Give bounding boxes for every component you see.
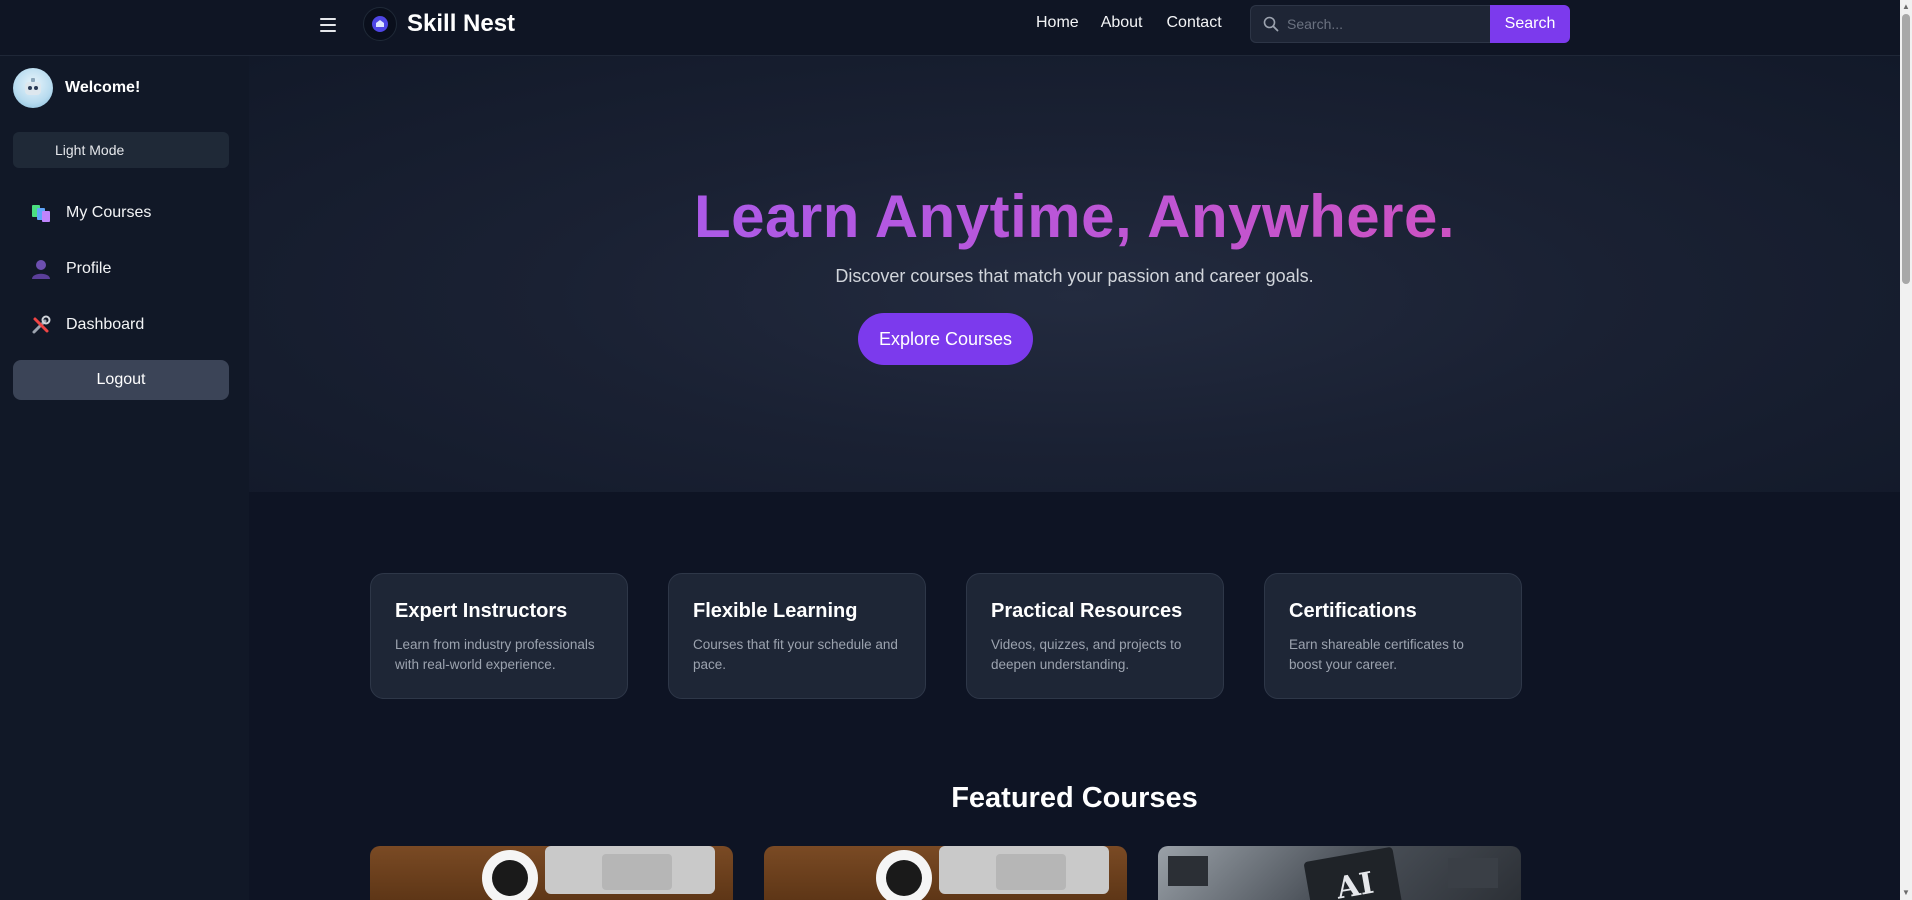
- hero-section: Learn Anytime, Anywhere. Discover course…: [249, 56, 1900, 492]
- search-field: [1250, 5, 1490, 43]
- scroll-thumb[interactable]: [1902, 14, 1910, 284]
- sidebar-item-dashboard[interactable]: Dashboard: [30, 314, 144, 336]
- search-input[interactable]: [1287, 16, 1467, 32]
- feature-title: Expert Instructors: [395, 600, 568, 622]
- logout-button[interactable]: Logout: [13, 360, 229, 400]
- ai-chip-image: AI: [1158, 846, 1521, 900]
- feature-card-practical-resources: Practical Resources Videos, quizzes, and…: [966, 573, 1224, 699]
- welcome-block: Welcome!: [13, 68, 140, 108]
- tools-icon: [32, 315, 51, 334]
- logo-icon: [363, 7, 397, 41]
- explore-courses-button[interactable]: Explore Courses: [858, 313, 1033, 365]
- top-navbar: Skill Nest Home About Contact Search: [0, 0, 1900, 56]
- welcome-text: Welcome!: [65, 79, 141, 96]
- coffee-laptop-image: [764, 846, 1127, 900]
- nav-about-link[interactable]: About: [1101, 14, 1143, 32]
- feature-title: Practical Resources: [991, 600, 1183, 622]
- featured-courses-title: Featured Courses: [951, 782, 1198, 814]
- course-card-thumbnail[interactable]: AI: [1158, 846, 1521, 900]
- sidebar-item-label: Dashboard: [66, 316, 145, 333]
- feature-text: Learn from industry professionals with r…: [395, 637, 595, 672]
- moon-icon: [31, 144, 40, 157]
- main-content: Learn Anytime, Anywhere. Discover course…: [249, 56, 1900, 900]
- avatar[interactable]: [13, 68, 53, 108]
- theme-toggle-label: Light Mode: [55, 142, 125, 158]
- search-form: Search: [1250, 5, 1570, 43]
- course-card-thumbnail[interactable]: [370, 846, 733, 900]
- user-icon: [32, 260, 50, 279]
- hamburger-menu-icon[interactable]: [320, 14, 340, 36]
- feature-title: Certifications: [1289, 600, 1417, 622]
- feature-title: Flexible Learning: [693, 600, 858, 622]
- nav-contact-link[interactable]: Contact: [1167, 14, 1222, 32]
- scroll-up-arrow-icon[interactable]: ▲: [1902, 2, 1910, 12]
- feature-text: Earn shareable certificates to boost you…: [1289, 637, 1464, 672]
- search-button[interactable]: Search: [1490, 5, 1570, 43]
- nav-home-link[interactable]: Home: [1036, 14, 1079, 32]
- theme-toggle-button[interactable]: Light Mode: [13, 132, 229, 168]
- coffee-laptop-image: [370, 846, 733, 900]
- scroll-down-arrow-icon[interactable]: ▼: [1902, 888, 1910, 898]
- feature-card-flexible-learning: Flexible Learning Courses that fit your …: [668, 573, 926, 699]
- search-icon: [1263, 16, 1279, 32]
- sidebar-item-profile[interactable]: Profile: [30, 258, 111, 280]
- feature-card-certifications: Certifications Earn shareable certificat…: [1264, 573, 1522, 699]
- page-scrollbar[interactable]: ▲ ▼: [1900, 0, 1912, 900]
- feature-card-expert-instructors: Expert Instructors Learn from industry p…: [370, 573, 628, 699]
- brand-name[interactable]: Skill Nest: [407, 10, 515, 38]
- nav-links: Home About Contact: [1036, 14, 1222, 32]
- sidebar-item-label: My Courses: [66, 204, 152, 221]
- feature-text: Videos, quizzes, and projects to deepen …: [991, 637, 1182, 672]
- hero-title: Learn Anytime, Anywhere.: [249, 182, 1900, 251]
- feature-text: Courses that fit your schedule and pace.: [693, 637, 898, 672]
- hero-subtitle: Discover courses that match your passion…: [835, 266, 1314, 286]
- course-card-thumbnail[interactable]: [764, 846, 1127, 900]
- sidebar-item-label: Profile: [66, 260, 112, 277]
- sidebar-item-my-courses[interactable]: My Courses: [30, 202, 151, 224]
- chip-label: AI: [1333, 866, 1377, 900]
- sidebar: Welcome! Light Mode My Courses Profile D…: [0, 56, 249, 900]
- books-icon: [32, 205, 50, 222]
